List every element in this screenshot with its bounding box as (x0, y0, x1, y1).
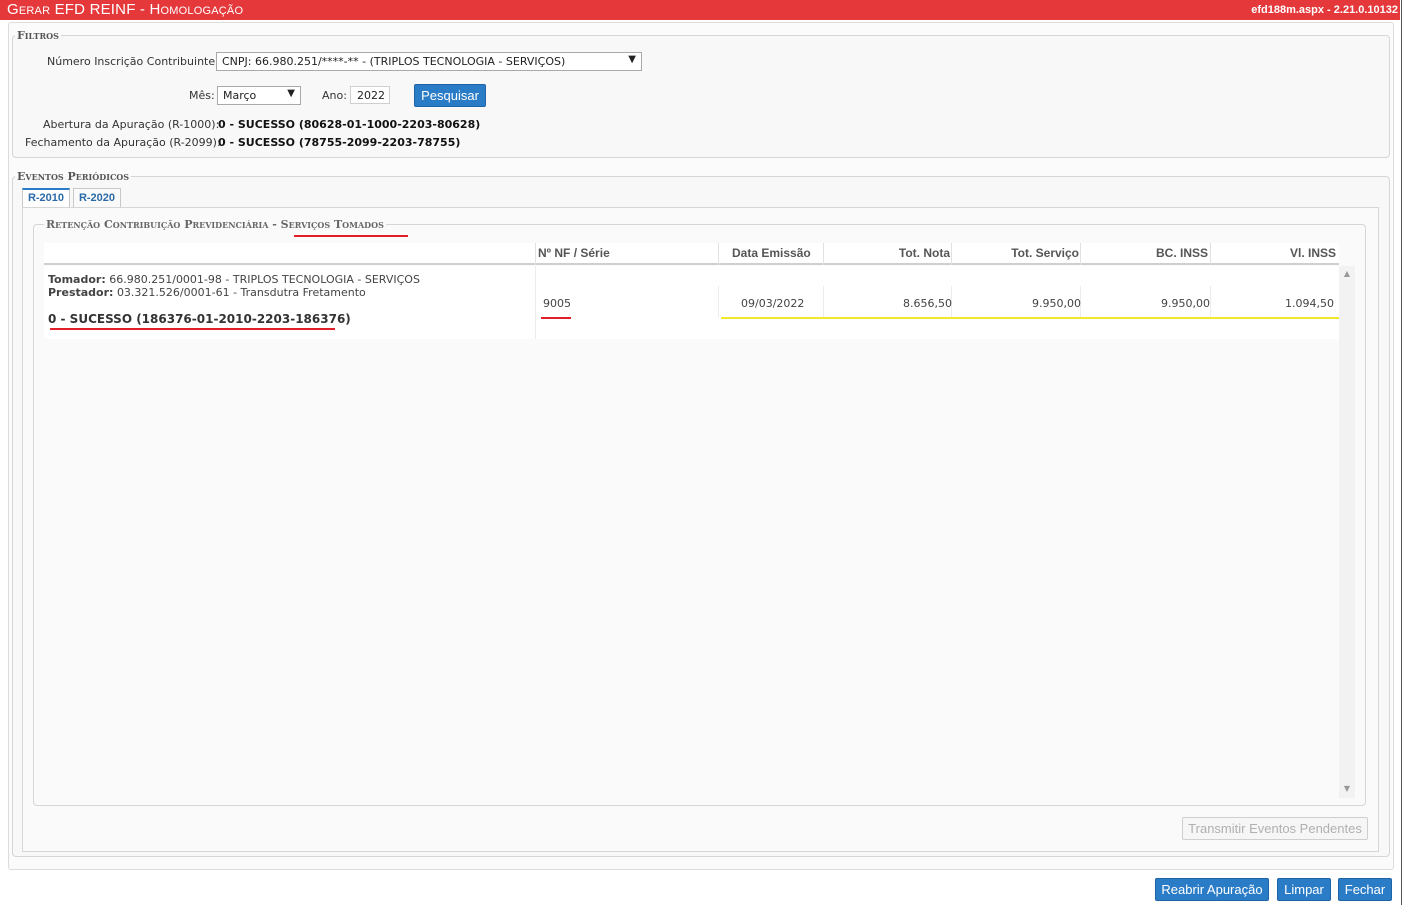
contribuinte-select[interactable]: CNPJ: 66.980.251/****-** - (TRIPLOS TECN… (216, 52, 642, 71)
retencao-legend: Retenção Contribuição Previdenciária - S… (44, 218, 386, 231)
cell-bc-inss: 9.950,00 (1161, 297, 1210, 310)
filters-legend: Filtros (17, 29, 59, 42)
col-header-tot-nota[interactable]: Tot. Nota (899, 246, 950, 260)
contribuinte-select-value: CNPJ: 66.980.251/****-** - (TRIPLOS TECN… (222, 55, 566, 68)
scroll-down-icon[interactable]: ▼ (1339, 784, 1355, 793)
col-header-tot-servico[interactable]: Tot. Serviço (1011, 246, 1079, 260)
chevron-down-icon: ▼ (628, 54, 636, 65)
column-divider (823, 286, 824, 318)
reabrir-apuracao-button[interactable]: Reabrir Apuração (1155, 878, 1269, 901)
page-title: Gerar EFD REINF - Homologação (7, 1, 244, 18)
chevron-down-icon: ▼ (287, 88, 295, 99)
scroll-up-icon[interactable]: ▲ (1339, 269, 1355, 278)
prestador-label: Prestador: (48, 286, 114, 299)
abertura-value: 0 - SUCESSO (80628-01-1000-2203-80628) (218, 118, 481, 131)
column-divider (1210, 286, 1211, 318)
header-divider (535, 243, 536, 265)
fechar-button[interactable]: Fechar (1338, 878, 1392, 901)
limpar-button[interactable]: Limpar (1277, 878, 1331, 901)
cell-tot-servico: 9.950,00 (1032, 297, 1081, 310)
retencao-legend-part1: Retenção Contribuição Previdenciária - (46, 218, 281, 231)
row-status: 0 - SUCESSO (186376-01-2010-2203-186376) (48, 312, 351, 326)
header-divider (1210, 243, 1211, 265)
mes-select[interactable]: Março ▼ (217, 86, 301, 105)
fechamento-value: 0 - SUCESSO (78755-2099-2203-78755) (218, 136, 461, 149)
transmitir-button[interactable]: Transmitir Eventos Pendentes (1182, 817, 1368, 840)
header-divider (823, 243, 824, 265)
abertura-label: Abertura da Apuração (R-1000): (43, 118, 220, 131)
window-edge (1401, 0, 1405, 905)
col-header-bc-inss[interactable]: BC. INSS (1156, 246, 1208, 260)
fechamento-label: Fechamento da Apuração (R-2099): (25, 136, 221, 149)
title-bar: Gerar EFD REINF - Homologação efd188m.as… (0, 0, 1400, 20)
retencao-legend-part2: Serviços Tomados (280, 218, 384, 231)
col-header-data[interactable]: Data Emissão (732, 246, 811, 260)
contribuinte-label: Número Inscrição Contribuinte: (47, 55, 219, 68)
tomador-label: Tomador: (48, 273, 106, 286)
values-yellow-underline (721, 317, 1340, 319)
cell-data-emissao: 09/03/2022 (741, 297, 805, 310)
ano-label: Ano: (322, 89, 347, 102)
cell-tot-nota: 8.656,50 (903, 297, 952, 310)
tomador-line: Tomador: 66.980.251/0001-98 - TRIPLOS TE… (48, 273, 420, 286)
header-divider (951, 243, 952, 265)
tomador-value: 66.980.251/0001-98 - TRIPLOS TECNOLOGIA … (109, 273, 420, 286)
header-divider (718, 243, 719, 265)
ano-input[interactable]: 2022 (350, 86, 390, 104)
prestador-line: Prestador: 03.321.526/0001-61 - Transdut… (48, 286, 366, 299)
tab-r2010[interactable]: R-2010 (22, 188, 70, 207)
col-header-nf[interactable]: Nº NF / Série (538, 246, 610, 260)
header-divider (1080, 243, 1081, 265)
grid-scrollbar[interactable]: ▲ ▼ (1339, 266, 1355, 798)
grid-header: Nº NF / Série Data Emissão Tot. Nota Tot… (44, 243, 1339, 265)
cell-vl-inss: 1.094,50 (1285, 297, 1334, 310)
prestador-value: 03.321.526/0001-61 - Transdutra Fretamen… (116, 286, 366, 299)
nf-red-underline (541, 317, 571, 319)
legend-red-underline (294, 235, 408, 237)
column-divider (718, 286, 719, 318)
col-header-vl-inss[interactable]: Vl. INSS (1290, 246, 1336, 260)
mes-select-value: Março (223, 89, 257, 102)
mes-label: Mês: (189, 89, 215, 102)
column-divider (535, 266, 536, 339)
status-red-underline (50, 328, 335, 330)
cell-nf-serie: 9005 (543, 297, 571, 310)
pesquisar-button[interactable]: Pesquisar (414, 84, 486, 107)
tab-r2020[interactable]: R-2020 (73, 188, 121, 207)
version-label: efd188m.aspx - 2.21.0.10132 (1251, 4, 1398, 16)
eventos-legend: Eventos Periódicos (17, 170, 130, 183)
